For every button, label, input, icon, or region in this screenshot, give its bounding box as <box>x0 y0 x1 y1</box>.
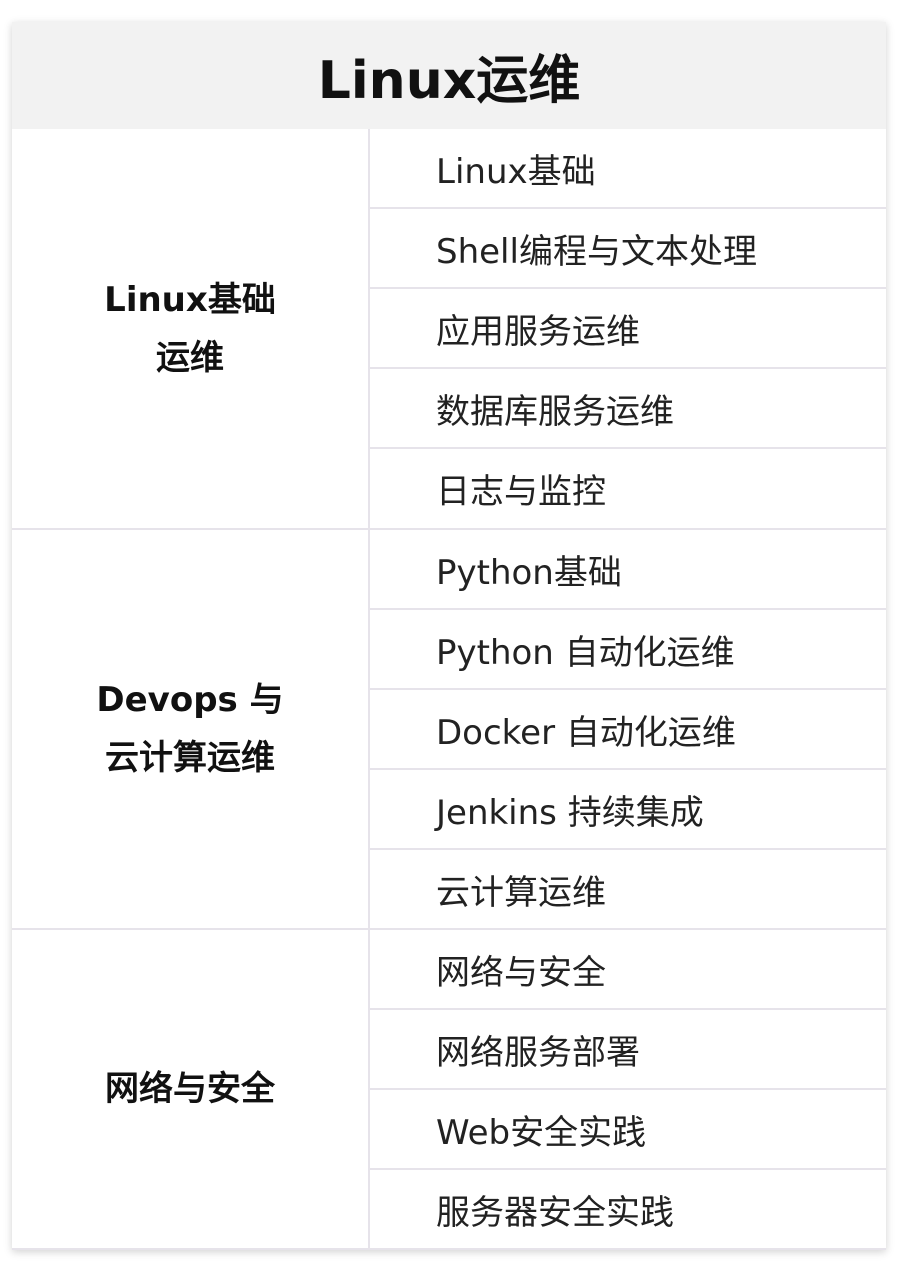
item-label: 云计算运维 <box>436 872 606 913</box>
list-item: 网络与安全 <box>370 930 886 1010</box>
list-item: 服务器安全实践 <box>370 1170 886 1250</box>
category-label: 网络与安全 <box>105 1069 275 1109</box>
item-label: Python基础 <box>436 552 622 593</box>
list-item: Docker 自动化运维 <box>370 690 886 770</box>
category-network-security: 网络与安全 <box>12 930 370 1250</box>
list-item: Linux基础 <box>370 129 886 209</box>
item-label: 网络与安全 <box>436 952 606 993</box>
item-label: 应用服务运维 <box>436 311 640 352</box>
item-label: 服务器安全实践 <box>436 1192 674 1233</box>
item-label: Python 自动化运维 <box>436 632 735 673</box>
item-label: 网络服务部署 <box>436 1032 640 1073</box>
category-devops-cloud: Devops 与 云计算运维 <box>12 530 370 930</box>
item-label: Jenkins 持续集成 <box>436 792 704 833</box>
table-title: Linux运维 <box>317 51 581 111</box>
item-label: Linux基础 <box>436 151 596 192</box>
list-item: Python 自动化运维 <box>370 610 886 690</box>
category-label: Devops 与 云计算运维 <box>96 680 284 778</box>
table-header: Linux运维 <box>12 22 886 131</box>
item-label: 日志与监控 <box>436 472 606 512</box>
item-label: Docker 自动化运维 <box>436 712 736 753</box>
item-label: Web安全实践 <box>436 1112 647 1153</box>
list-item: Web安全实践 <box>370 1090 886 1170</box>
list-item: 网络服务部署 <box>370 1010 886 1090</box>
list-item: 数据库服务运维 <box>370 369 886 449</box>
category-linux-basics: Linux基础 运维 <box>12 129 370 530</box>
item-label: 数据库服务运维 <box>436 391 674 432</box>
list-item: 应用服务运维 <box>370 289 886 369</box>
list-item: Python基础 <box>370 530 886 610</box>
course-table: Linux运维 Linux基础 运维 Linux基础 Shell编程与文本处理 … <box>12 22 886 1250</box>
item-label: Shell编程与文本处理 <box>436 231 757 272</box>
table-bottom-border <box>12 1248 886 1250</box>
list-item: Jenkins 持续集成 <box>370 770 886 850</box>
category-label: Linux基础 运维 <box>104 279 276 378</box>
list-item: Shell编程与文本处理 <box>370 209 886 289</box>
list-item: 日志与监控 <box>370 449 886 530</box>
list-item: 云计算运维 <box>370 850 886 930</box>
